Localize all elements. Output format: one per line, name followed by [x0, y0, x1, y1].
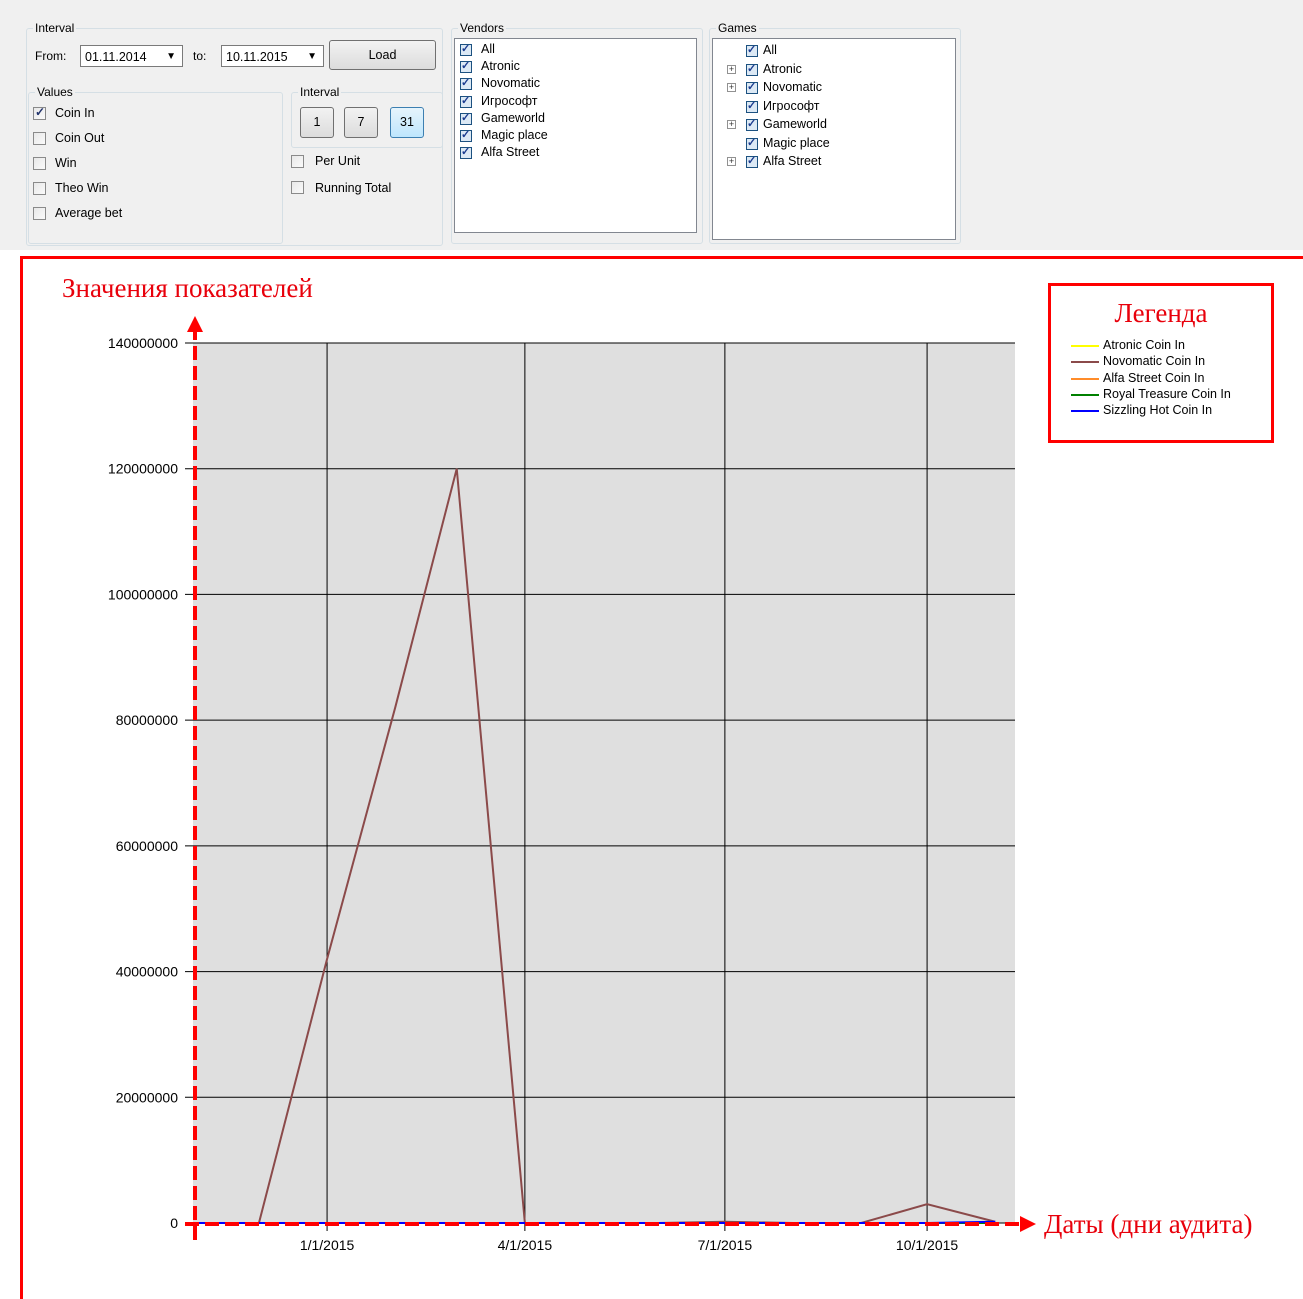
game-checkbox[interactable]: [746, 62, 758, 76]
load-button[interactable]: Load: [329, 40, 436, 70]
game-checkbox[interactable]: [746, 80, 758, 94]
vendor-checkbox[interactable]: [460, 42, 472, 56]
game-checkbox[interactable]: [746, 43, 758, 57]
game-item-label[interactable]: Atronic: [763, 61, 802, 78]
chevron-down-icon: ▼: [307, 51, 317, 62]
vendors-list[interactable]: AllAtronicNovomaticИгрософтGameworldMagi…: [454, 38, 697, 233]
vendor-item-label[interactable]: Gameworld: [481, 110, 545, 127]
game-checkbox[interactable]: [746, 136, 758, 150]
games-tree[interactable]: All + Atronic + Novomatic Игрософт + Gameworld M…: [712, 38, 956, 240]
legend: Легенда Atronic Coin In Novomatic Coin In…: [1048, 283, 1274, 443]
value-checkbox[interactable]: [33, 132, 46, 145]
running-total-label: Running Total: [315, 181, 392, 195]
game-item-label[interactable]: Alfa Street: [763, 153, 821, 170]
from-date-value: 01.11.2014: [85, 50, 147, 64]
vendor-checkbox[interactable]: [460, 145, 472, 160]
legend-label: Alfa Street Coin In: [1103, 370, 1205, 385]
expand-plus-icon[interactable]: +: [727, 120, 736, 129]
interval-step-button[interactable]: 1: [300, 107, 334, 138]
games-group-title: Games: [716, 21, 759, 35]
game-item-label[interactable]: Magic place: [763, 135, 830, 152]
vendor-item-label[interactable]: Novomatic: [481, 75, 540, 92]
x-axis-annotation: Даты (дни аудита): [1044, 1209, 1253, 1239]
vendor-checkbox[interactable]: [460, 94, 472, 108]
legend-swatch: [1071, 377, 1099, 380]
legend-title: Легенда: [1114, 298, 1208, 328]
vendor-checkbox[interactable]: [460, 59, 472, 74]
from-label: From:: [35, 49, 67, 63]
value-checkbox-label: Coin In: [55, 106, 95, 120]
toolbar: Interval From: 01.11.2014 ▼ to: 10.11.20…: [0, 0, 1303, 250]
game-item-label[interactable]: Gameworld: [763, 116, 827, 133]
expand-plus-icon[interactable]: +: [727, 157, 736, 166]
vendor-checkbox[interactable]: [460, 76, 472, 91]
legend-swatch: [1071, 345, 1099, 347]
legend-label: Novomatic Coin In: [1103, 354, 1206, 369]
vendor-item-label[interactable]: Alfa Street: [481, 144, 539, 161]
value-checkbox-label: Average bet: [55, 206, 123, 220]
vendor-checkbox[interactable]: [460, 128, 472, 142]
expand-plus-icon[interactable]: +: [727, 64, 736, 74]
interval-group-title: Interval: [33, 21, 77, 35]
interval-step-button[interactable]: 31: [390, 107, 424, 138]
legend-swatch: [1071, 410, 1099, 413]
vendor-item-label[interactable]: All: [481, 41, 495, 58]
y-axis-annotation: Значения показателей: [62, 273, 313, 303]
legend-label: Royal Treasure Coin In: [1103, 386, 1231, 401]
values-group-title: Values: [35, 85, 75, 99]
per-unit-checkbox[interactable]: [291, 155, 304, 168]
game-checkbox[interactable]: [746, 117, 758, 131]
to-date-value: 10.11.2015: [226, 50, 288, 64]
legend-label: Atronic Coin In: [1103, 338, 1185, 352]
game-item-label[interactable]: Novomatic: [763, 79, 822, 96]
step-interval-title: Interval: [298, 85, 342, 99]
game-checkbox[interactable]: [746, 154, 758, 168]
value-checkbox-label: Win: [55, 156, 77, 170]
legend-label: Sizzling Hot Coin In: [1103, 403, 1213, 418]
running-total-checkbox[interactable]: [291, 181, 304, 194]
to-label: to:: [193, 49, 207, 63]
interval-step-button[interactable]: 7: [344, 107, 378, 138]
expand-plus-icon[interactable]: +: [727, 83, 736, 92]
per-unit-label: Per Unit: [315, 154, 361, 168]
value-checkbox[interactable]: [33, 207, 46, 220]
value-checkbox-label: Theo Win: [55, 181, 109, 195]
from-date-picker[interactable]: 01.11.2014 ▼: [80, 45, 183, 67]
legend-swatch: [1071, 361, 1099, 364]
vendor-item-label[interactable]: Atronic: [481, 58, 520, 75]
value-checkbox[interactable]: [33, 105, 46, 120]
game-item-label[interactable]: All: [763, 42, 777, 59]
value-checkbox[interactable]: [33, 157, 46, 170]
value-checkbox-label: Coin Out: [55, 131, 105, 145]
game-checkbox[interactable]: [746, 99, 758, 113]
vendor-item-label[interactable]: Magic place: [481, 127, 548, 144]
value-checkbox[interactable]: [33, 182, 46, 195]
chevron-down-icon: ▼: [166, 51, 176, 62]
legend-swatch: [1071, 393, 1099, 396]
to-date-picker[interactable]: 10.11.2015 ▼: [221, 45, 324, 67]
vendor-item-label[interactable]: Игрософт: [481, 93, 538, 110]
vendor-checkbox[interactable]: [460, 111, 472, 125]
vendors-group-title: Vendors: [458, 21, 507, 35]
game-item-label[interactable]: Игрософт: [763, 98, 820, 115]
